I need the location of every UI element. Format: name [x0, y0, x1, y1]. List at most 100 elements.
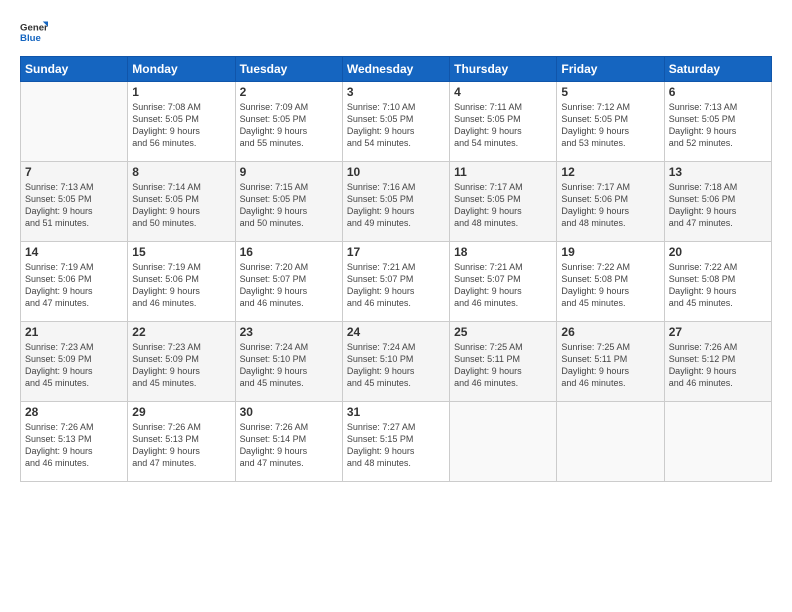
day-number: 1 [132, 85, 230, 99]
day-info: Sunrise: 7:09 AM Sunset: 5:05 PM Dayligh… [240, 101, 338, 150]
calendar-header-row: SundayMondayTuesdayWednesdayThursdayFrid… [21, 57, 772, 82]
day-number: 24 [347, 325, 445, 339]
calendar-cell: 5 Sunrise: 7:12 AM Sunset: 5:05 PM Daylig… [557, 82, 664, 162]
day-number: 18 [454, 245, 552, 259]
calendar-cell: 16 Sunrise: 7:20 AM Sunset: 5:07 PM Dayli… [235, 242, 342, 322]
day-number: 16 [240, 245, 338, 259]
calendar-cell: 9 Sunrise: 7:15 AM Sunset: 5:05 PM Daylig… [235, 162, 342, 242]
day-info: Sunrise: 7:24 AM Sunset: 5:10 PM Dayligh… [347, 341, 445, 390]
page-header: General Blue [20, 18, 772, 46]
day-number: 14 [25, 245, 123, 259]
logo-icon: General Blue [20, 18, 48, 46]
day-info: Sunrise: 7:13 AM Sunset: 5:05 PM Dayligh… [669, 101, 767, 150]
day-number: 28 [25, 405, 123, 419]
day-number: 21 [25, 325, 123, 339]
day-info: Sunrise: 7:21 AM Sunset: 5:07 PM Dayligh… [454, 261, 552, 310]
day-number: 13 [669, 165, 767, 179]
calendar-cell: 14Sunrise: 7:19 AM Sunset: 5:06 PM Dayli… [21, 242, 128, 322]
calendar-week-row: 1 Sunrise: 7:08 AM Sunset: 5:05 PM Daylig… [21, 82, 772, 162]
day-number: 4 [454, 85, 552, 99]
calendar-cell: 2Sunrise: 7:09 AM Sunset: 5:05 PM Daylig… [235, 82, 342, 162]
calendar-week-row: 28 Sunrise: 7:26 AM Sunset: 5:13 PM Dayli… [21, 402, 772, 482]
day-info: Sunrise: 7:26 AM Sunset: 5:14 PM Dayligh… [240, 421, 338, 470]
calendar-cell: 10 Sunrise: 7:16 AM Sunset: 5:05 PM Dayli… [342, 162, 449, 242]
day-info: Sunrise: 7:27 AM Sunset: 5:15 PM Dayligh… [347, 421, 445, 470]
day-number: 8 [132, 165, 230, 179]
calendar-header-wednesday: Wednesday [342, 57, 449, 82]
calendar-cell: 3 Sunrise: 7:10 AM Sunset: 5:05 PM Daylig… [342, 82, 449, 162]
day-info: Sunrise: 7:26 AM Sunset: 5:13 PM Dayligh… [132, 421, 230, 470]
day-number: 26 [561, 325, 659, 339]
calendar-week-row: 21 Sunrise: 7:23 AM Sunset: 5:09 PM Dayli… [21, 322, 772, 402]
day-number: 12 [561, 165, 659, 179]
calendar-header-monday: Monday [128, 57, 235, 82]
day-number: 3 [347, 85, 445, 99]
day-info: Sunrise: 7:22 AM Sunset: 5:08 PM Dayligh… [561, 261, 659, 310]
day-number: 17 [347, 245, 445, 259]
day-info: Sunrise: 7:10 AM Sunset: 5:05 PM Dayligh… [347, 101, 445, 150]
svg-text:Blue: Blue [20, 33, 41, 44]
day-info: Sunrise: 7:12 AM Sunset: 5:05 PM Dayligh… [561, 101, 659, 150]
day-number: 23 [240, 325, 338, 339]
day-number: 22 [132, 325, 230, 339]
day-info: Sunrise: 7:25 AM Sunset: 5:11 PM Dayligh… [561, 341, 659, 390]
calendar-cell: 12 Sunrise: 7:17 AM Sunset: 5:06 PM Dayli… [557, 162, 664, 242]
day-number: 30 [240, 405, 338, 419]
calendar-cell [450, 402, 557, 482]
calendar-header-thursday: Thursday [450, 57, 557, 82]
day-info: Sunrise: 7:24 AM Sunset: 5:10 PM Dayligh… [240, 341, 338, 390]
calendar-cell: 7Sunrise: 7:13 AM Sunset: 5:05 PM Daylig… [21, 162, 128, 242]
day-info: Sunrise: 7:23 AM Sunset: 5:09 PM Dayligh… [25, 341, 123, 390]
calendar-cell: 17 Sunrise: 7:21 AM Sunset: 5:07 PM Dayli… [342, 242, 449, 322]
day-number: 29 [132, 405, 230, 419]
day-info: Sunrise: 7:21 AM Sunset: 5:07 PM Dayligh… [347, 261, 445, 310]
day-number: 10 [347, 165, 445, 179]
day-number: 19 [561, 245, 659, 259]
day-number: 15 [132, 245, 230, 259]
calendar-cell: 29 Sunrise: 7:26 AM Sunset: 5:13 PM Dayli… [128, 402, 235, 482]
calendar-cell: 27Sunrise: 7:26 AM Sunset: 5:12 PM Dayli… [664, 322, 771, 402]
calendar-cell: 25 Sunrise: 7:25 AM Sunset: 5:11 PM Dayli… [450, 322, 557, 402]
calendar-cell: 24 Sunrise: 7:24 AM Sunset: 5:10 PM Dayli… [342, 322, 449, 402]
day-number: 7 [25, 165, 123, 179]
day-info: Sunrise: 7:11 AM Sunset: 5:05 PM Dayligh… [454, 101, 552, 150]
day-info: Sunrise: 7:26 AM Sunset: 5:13 PM Dayligh… [25, 421, 123, 470]
calendar-cell: 28 Sunrise: 7:26 AM Sunset: 5:13 PM Dayli… [21, 402, 128, 482]
calendar-header-friday: Friday [557, 57, 664, 82]
calendar-cell: 31 Sunrise: 7:27 AM Sunset: 5:15 PM Dayli… [342, 402, 449, 482]
calendar-cell [21, 82, 128, 162]
day-info: Sunrise: 7:25 AM Sunset: 5:11 PM Dayligh… [454, 341, 552, 390]
day-info: Sunrise: 7:17 AM Sunset: 5:06 PM Dayligh… [561, 181, 659, 230]
day-number: 27 [669, 325, 767, 339]
page-container: General Blue SundayMondayTuesdayWednesda… [0, 0, 792, 612]
day-number: 25 [454, 325, 552, 339]
calendar-header-saturday: Saturday [664, 57, 771, 82]
day-number: 20 [669, 245, 767, 259]
day-number: 9 [240, 165, 338, 179]
day-info: Sunrise: 7:20 AM Sunset: 5:07 PM Dayligh… [240, 261, 338, 310]
calendar-header-tuesday: Tuesday [235, 57, 342, 82]
day-info: Sunrise: 7:18 AM Sunset: 5:06 PM Dayligh… [669, 181, 767, 230]
day-number: 11 [454, 165, 552, 179]
calendar-cell: 1 Sunrise: 7:08 AM Sunset: 5:05 PM Daylig… [128, 82, 235, 162]
calendar-table: SundayMondayTuesdayWednesdayThursdayFrid… [20, 56, 772, 482]
day-info: Sunrise: 7:16 AM Sunset: 5:05 PM Dayligh… [347, 181, 445, 230]
calendar-cell: 30 Sunrise: 7:26 AM Sunset: 5:14 PM Dayli… [235, 402, 342, 482]
day-number: 5 [561, 85, 659, 99]
calendar-cell: 23 Sunrise: 7:24 AM Sunset: 5:10 PM Dayli… [235, 322, 342, 402]
day-info: Sunrise: 7:15 AM Sunset: 5:05 PM Dayligh… [240, 181, 338, 230]
calendar-cell: 18 Sunrise: 7:21 AM Sunset: 5:07 PM Dayli… [450, 242, 557, 322]
calendar-cell: 22Sunrise: 7:23 AM Sunset: 5:09 PM Dayli… [128, 322, 235, 402]
day-info: Sunrise: 7:14 AM Sunset: 5:05 PM Dayligh… [132, 181, 230, 230]
day-number: 31 [347, 405, 445, 419]
calendar-cell: 15Sunrise: 7:19 AM Sunset: 5:06 PM Dayli… [128, 242, 235, 322]
calendar-cell: 11Sunrise: 7:17 AM Sunset: 5:05 PM Dayli… [450, 162, 557, 242]
day-info: Sunrise: 7:22 AM Sunset: 5:08 PM Dayligh… [669, 261, 767, 310]
calendar-cell [557, 402, 664, 482]
calendar-cell: 4 Sunrise: 7:11 AM Sunset: 5:05 PM Daylig… [450, 82, 557, 162]
day-info: Sunrise: 7:08 AM Sunset: 5:05 PM Dayligh… [132, 101, 230, 150]
calendar-header-sunday: Sunday [21, 57, 128, 82]
calendar-week-row: 7Sunrise: 7:13 AM Sunset: 5:05 PM Daylig… [21, 162, 772, 242]
calendar-cell: 13 Sunrise: 7:18 AM Sunset: 5:06 PM Dayli… [664, 162, 771, 242]
svg-text:General: General [20, 22, 48, 33]
